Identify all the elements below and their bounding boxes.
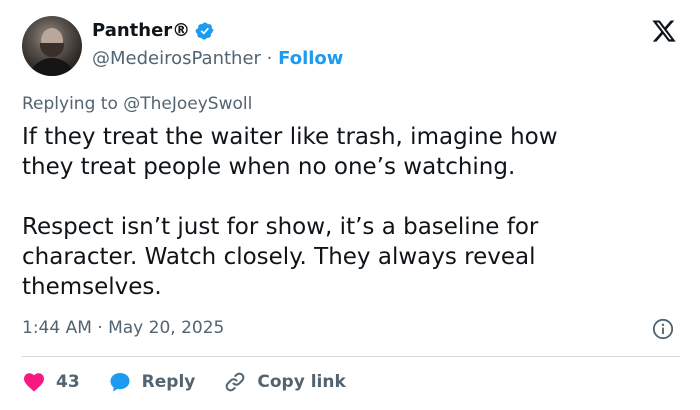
reply-bubble-icon bbox=[110, 373, 130, 392]
tweet-text: If they treat the waiter like trash, ima… bbox=[22, 122, 672, 302]
author-name[interactable]: Panther® bbox=[92, 20, 190, 41]
avatar[interactable] bbox=[22, 16, 82, 76]
author-handle[interactable]: @MedeirosPanther bbox=[92, 48, 261, 69]
link-icon bbox=[226, 372, 245, 392]
like-button[interactable]: 43 bbox=[22, 370, 80, 394]
avatar-shirt bbox=[28, 58, 76, 76]
author-handle-row: @MedeirosPanther · Follow bbox=[92, 48, 343, 69]
separator-dot: · bbox=[266, 48, 273, 69]
divider bbox=[22, 356, 680, 357]
heart-icon bbox=[24, 373, 44, 392]
like-count: 43 bbox=[56, 372, 80, 392]
tweet-card: Panther® @MedeirosPanther · Follow Reply… bbox=[0, 0, 700, 410]
tweet-paragraph: Respect isn’t just for show, it’s a base… bbox=[22, 214, 539, 300]
author-name-row: Panther® bbox=[92, 20, 215, 41]
info-icon[interactable] bbox=[652, 318, 674, 340]
reply-label: Reply bbox=[141, 372, 196, 392]
avatar-beard bbox=[40, 43, 64, 57]
reply-button[interactable]: Reply bbox=[108, 370, 196, 394]
action-bar: 43 Reply Copy link bbox=[22, 370, 374, 394]
copy-link-button[interactable]: Copy link bbox=[223, 370, 346, 394]
tweet-paragraph: If they treat the waiter like trash, ima… bbox=[22, 124, 558, 180]
follow-button[interactable]: Follow bbox=[278, 48, 343, 69]
tweet-timestamp[interactable]: 1:44 AM · May 20, 2025 bbox=[22, 318, 224, 338]
verified-badge-icon bbox=[195, 21, 214, 40]
x-logo-icon[interactable] bbox=[650, 18, 678, 44]
replying-to: Replying to @TheJoeySwoll bbox=[22, 94, 253, 114]
copy-link-label: Copy link bbox=[257, 372, 346, 392]
